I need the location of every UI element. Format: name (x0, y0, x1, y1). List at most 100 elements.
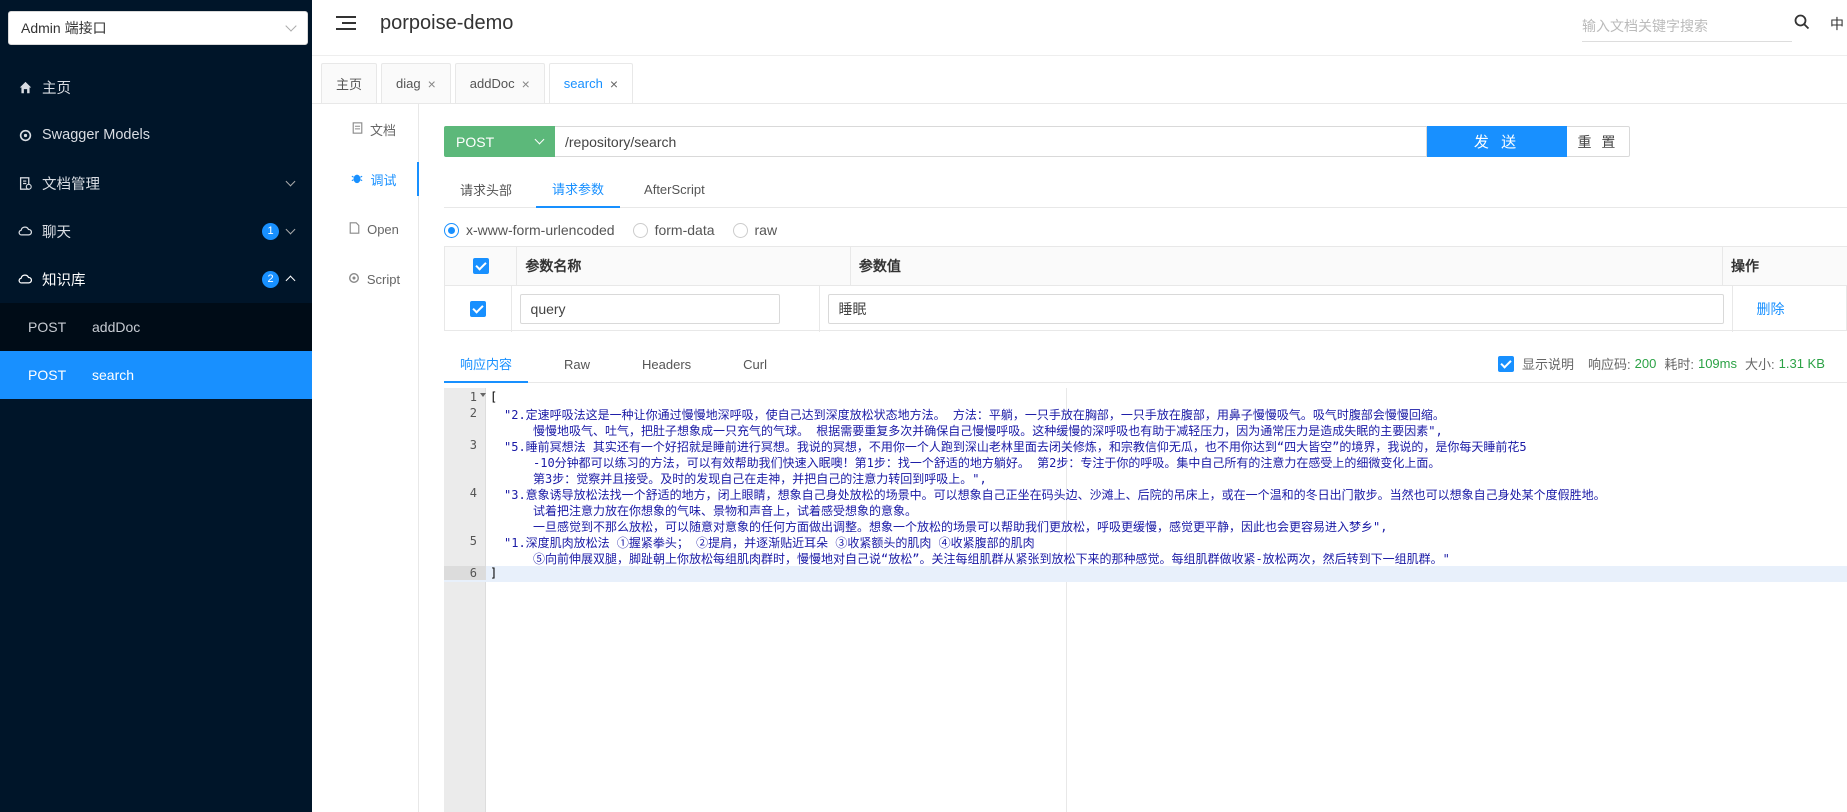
chevron-down-icon (534, 134, 545, 145)
side-tab-doc[interactable]: 文档 (330, 104, 418, 154)
reset-button[interactable]: 重 置 (1567, 126, 1630, 157)
row-checkbox-cell (445, 286, 512, 332)
radio-label: form-data (654, 222, 715, 238)
sidebar-item-home[interactable]: 主页 (0, 63, 312, 111)
side-tab-open[interactable]: Open (330, 204, 418, 254)
radio-dot (444, 222, 459, 238)
side-tab-debug[interactable]: 调试 (330, 154, 419, 204)
radio-raw[interactable]: raw (732, 222, 778, 238)
tab-after-script[interactable]: AfterScript (628, 171, 721, 208)
chevron-down-icon (285, 176, 296, 186)
sidebar-item-chat[interactable]: 聊天 1 (0, 207, 312, 255)
sidebar-subitem-search[interactable]: POST search (0, 351, 312, 399)
column-header: 参数名称 (517, 247, 851, 285)
tab-response-headers[interactable]: Headers (626, 346, 707, 383)
code-line: 5 "1.深度肌肉放松法 ①握紧拳头； ②提肩，并逐渐贴近耳朵 ③收紧额头的肌肉… (444, 534, 1847, 550)
request-url-bar: POST /repository/search 发 送 重 置 (444, 126, 1630, 157)
header-checkbox-cell (445, 247, 518, 285)
code-text: 试着把注意力放在你想象的气味、景物和声音上，试着感受想象的意象。 (533, 504, 918, 518)
side-tab-label: Open (367, 221, 399, 237)
code-line: 3 "5.睡前冥想法 其实还有一个好招就是睡前进行冥想。我说的冥想，不用你一个人… (444, 438, 1847, 454)
param-name-input[interactable]: query (519, 294, 780, 324)
tab-response-raw[interactable]: Raw (548, 346, 606, 383)
api-side-tabs: 文档 调试 Open Script (330, 104, 419, 812)
column-header: 操作 (1730, 258, 1759, 274)
delete-link[interactable]: 删除 (1741, 299, 1785, 319)
line-number: 1 (469, 390, 477, 404)
tab-diag[interactable]: diag × (381, 63, 451, 104)
top-header: porpoise-demo 输入文档关键字搜索 中 (312, 0, 1847, 56)
sidebar-item-label: 聊天 (42, 224, 71, 241)
send-button[interactable]: 发 送 (1427, 126, 1567, 157)
doc-icon (18, 176, 32, 190)
menu-fold-icon[interactable] (336, 16, 356, 34)
page-tabs: 主页 diag × addDoc × search × (321, 63, 633, 104)
side-tab-label: 调试 (370, 172, 397, 188)
time-label: 耗时: (1664, 357, 1694, 372)
code-text: ⑤向前伸展双腿，脚趾朝上你放松每组肌肉群时，慢慢地对自己说“放松”。关注每组肌群… (533, 552, 1450, 566)
radio-urlencoded[interactable]: x-www-form-urlencoded (444, 222, 615, 238)
line-number: 5 (469, 534, 477, 548)
cloud-icon (18, 224, 32, 238)
doc-search-input[interactable]: 输入文档关键字搜索 (1582, 14, 1792, 42)
count-badge: 1 (262, 222, 279, 240)
close-icon[interactable]: × (428, 76, 436, 92)
sidebar-item-swagger-models[interactable]: Swagger Models (0, 111, 312, 159)
method-label: POST (28, 319, 67, 335)
tabs-divider (312, 103, 1847, 104)
side-tab-script[interactable]: Script (330, 254, 418, 304)
show-desc-label: 显示说明 (1522, 357, 1575, 372)
tab-home[interactable]: 主页 (321, 63, 378, 104)
tab-search[interactable]: search × (548, 63, 633, 104)
show-desc-checkbox[interactable] (1498, 355, 1514, 372)
fold-arrow-icon[interactable] (480, 393, 486, 397)
request-tabs: 请求头部 请求参数 AfterScript (444, 171, 1847, 208)
response-code-editor[interactable]: 1 [ 2 "2.定速呼吸法这是一种让你通过慢慢地深呼吸，使自己达到深度放松状态… (444, 388, 1847, 812)
radio-dot (632, 222, 648, 238)
line-number: 6 (444, 566, 486, 580)
method-select[interactable]: POST (444, 126, 555, 157)
code-line-wrap: 一旦感觉到不那么放松，可以随意对意象的任何方面做出调整。想象一个放松的场景可以帮… (444, 518, 1847, 534)
size-label: 大小: (1745, 357, 1775, 372)
api-group-select[interactable]: Admin 端接口 (8, 11, 308, 45)
side-tab-label: Script (366, 271, 401, 287)
tab-label: diag (396, 76, 421, 91)
column-header: 参数值 (851, 247, 1723, 285)
close-icon[interactable]: × (610, 76, 618, 92)
radio-form-data[interactable]: form-data (632, 222, 715, 238)
gear-icon (348, 272, 360, 287)
code-text: ] (490, 566, 498, 580)
tab-label: addDoc (469, 76, 515, 91)
param-value-input[interactable]: 睡眠 (827, 294, 1724, 324)
radio-label: x-www-form-urlencoded (466, 222, 615, 238)
sidebar-item-label: 知识库 (42, 272, 86, 289)
knowledge-base-submenu: POST addDoc POST search (0, 303, 312, 399)
tab-response-curl[interactable]: Curl (727, 346, 783, 383)
search-icon[interactable] (1794, 14, 1812, 32)
api-group-select-value: Admin 端接口 (21, 20, 107, 36)
code-line-wrap: 试着把注意力放在你想象的气味、景物和声音上，试着感受想象的意象。 (444, 502, 1847, 518)
close-icon[interactable]: × (522, 76, 530, 92)
radio-label: raw (754, 222, 778, 238)
language-switch[interactable]: 中 (1830, 14, 1844, 34)
line-number: 2 (469, 406, 477, 420)
tab-response-content[interactable]: 响应内容 (444, 346, 529, 383)
sidebar-item-doc-management[interactable]: 文档管理 (0, 159, 312, 207)
cloud-icon (18, 272, 32, 286)
row-checkbox[interactable] (469, 301, 486, 317)
tab-request-headers[interactable]: 请求头部 (444, 171, 528, 208)
response-meta: 显示说明 响应码: 200 耗时: 109ms 大小: 1.31 KB (1498, 354, 1833, 373)
tab-request-params[interactable]: 请求参数 (536, 171, 621, 208)
tab-adddoc[interactable]: addDoc × (454, 63, 545, 104)
radio-dot (732, 222, 748, 238)
url-input[interactable]: /repository/search (555, 126, 1427, 157)
tab-label: 主页 (336, 77, 363, 92)
side-tab-label: 文档 (369, 122, 396, 138)
home-icon (18, 80, 32, 94)
select-all-checkbox[interactable] (472, 258, 489, 274)
sidebar-subitem-adddoc[interactable]: POST addDoc (0, 303, 312, 351)
code-line: 2 "2.定速呼吸法这是一种让你通过慢慢地深呼吸，使自己达到深度放松状态地方法。… (444, 406, 1847, 422)
endpoint-label: search (92, 367, 135, 383)
code-line-wrap: ⑤向前伸展双腿，脚趾朝上你放松每组肌肉群时，慢慢地对自己说“放松”。关注每组肌群… (444, 550, 1847, 566)
sidebar-item-knowledge-base[interactable]: 知识库 2 (0, 255, 312, 303)
